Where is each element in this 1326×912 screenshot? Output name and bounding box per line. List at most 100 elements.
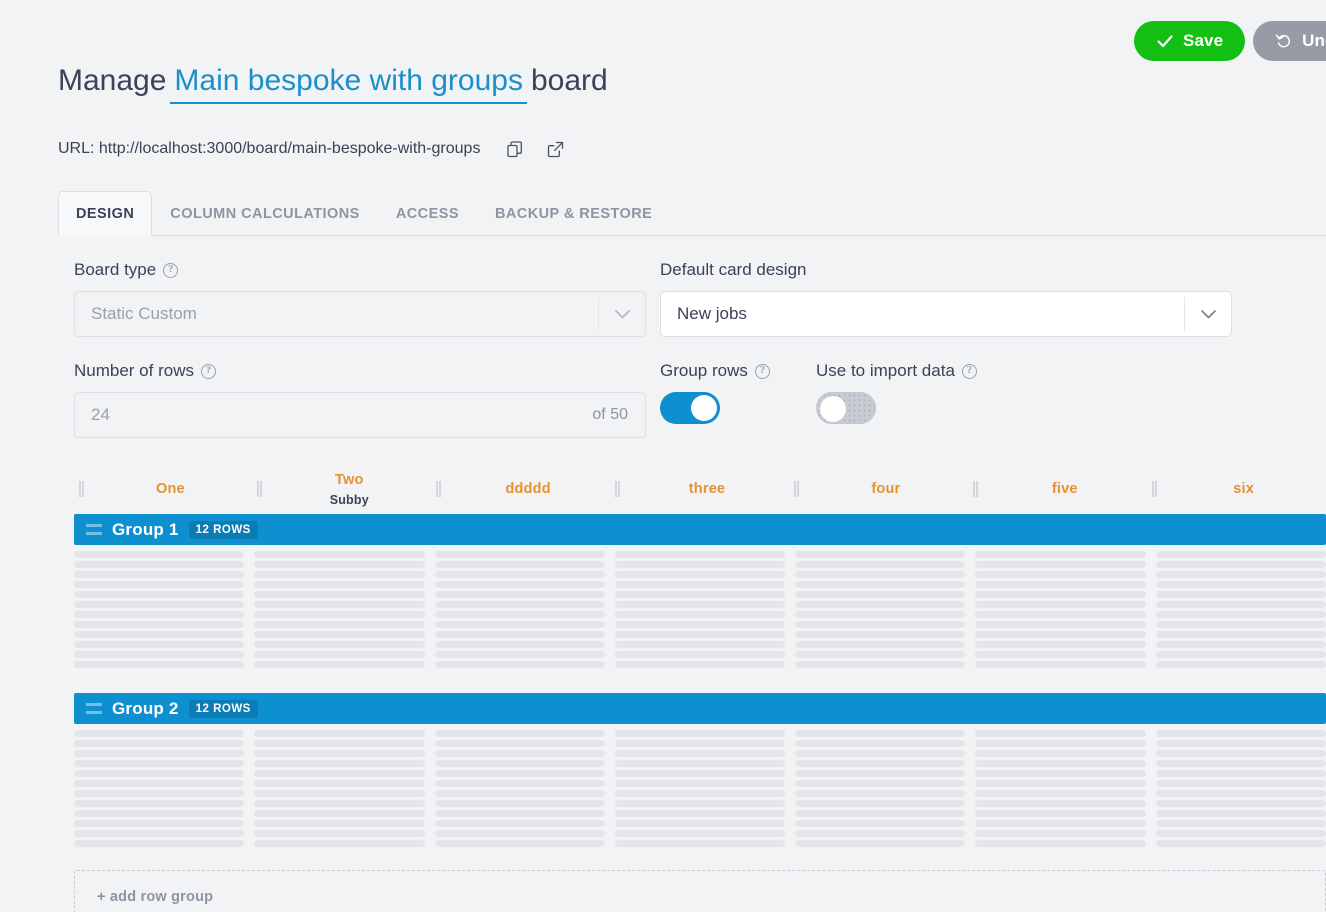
column-resize-handle-icon[interactable] xyxy=(432,464,446,514)
skeleton-row xyxy=(434,800,605,807)
skeleton-row xyxy=(975,750,1146,757)
skeleton-row xyxy=(254,750,425,757)
column-header-3[interactable]: three xyxy=(625,464,790,514)
tab-column-calculations[interactable]: COLUMN CALCULATIONS xyxy=(152,191,378,236)
skeleton-row xyxy=(614,581,786,588)
skeleton-row xyxy=(74,621,245,628)
skeleton-row xyxy=(1155,631,1326,638)
skeleton-row xyxy=(975,780,1146,787)
group-skeleton-rows xyxy=(74,545,1326,675)
skeleton-row xyxy=(1155,730,1326,737)
help-circle-icon[interactable]: ? xyxy=(200,363,216,379)
skeleton-row xyxy=(975,641,1146,648)
skeleton-row xyxy=(434,641,605,648)
column-resize-handle-icon[interactable] xyxy=(789,464,803,514)
number-of-rows-input[interactable]: 24 of 50 xyxy=(74,392,646,438)
skeleton-row xyxy=(254,621,425,628)
skeleton-row xyxy=(975,571,1146,578)
skeleton-row xyxy=(614,651,786,658)
skeleton-row xyxy=(614,601,786,608)
column-resize-handle-icon[interactable] xyxy=(968,464,982,514)
skeleton-row xyxy=(1155,561,1326,568)
board-preview: One Two Subby ddddd three four five six Group 1… xyxy=(74,464,1326,912)
skeleton-column xyxy=(1155,551,1326,671)
skeleton-row xyxy=(614,800,786,807)
column-header-0[interactable]: One xyxy=(88,464,253,514)
skeleton-row xyxy=(1155,611,1326,618)
skeleton-row xyxy=(975,760,1146,767)
tab-backup-restore[interactable]: BACKUP & RESTORE xyxy=(477,191,670,236)
skeleton-row xyxy=(434,621,605,628)
chevron-down-icon[interactable] xyxy=(599,309,645,319)
skeleton-row xyxy=(1155,621,1326,628)
skeleton-row xyxy=(254,740,425,747)
skeleton-row xyxy=(254,810,425,817)
undo-button[interactable]: Undo xyxy=(1253,21,1326,61)
column-header-5[interactable]: five xyxy=(982,464,1147,514)
help-circle-icon[interactable]: ? xyxy=(163,262,179,278)
skeleton-row xyxy=(434,730,605,737)
form-column-left: Board type ? Static Custom Number of row… xyxy=(74,260,646,438)
column-resize-handle-icon[interactable] xyxy=(1147,464,1161,514)
tab-design[interactable]: DESIGN xyxy=(58,191,153,236)
manage-board-page: Save Undo ManageMain bespoke with groups… xyxy=(0,0,1326,912)
skeleton-row xyxy=(434,750,605,757)
skeleton-row xyxy=(1155,601,1326,608)
skeleton-row xyxy=(74,780,245,787)
column-resize-handle-icon[interactable] xyxy=(611,464,625,514)
skeleton-row xyxy=(434,561,605,568)
skeleton-row xyxy=(795,750,966,757)
column-resize-handle-icon[interactable] xyxy=(253,464,267,514)
use-to-import-data-toggle[interactable] xyxy=(816,392,876,424)
skeleton-row xyxy=(975,810,1146,817)
skeleton-row xyxy=(614,730,786,737)
skeleton-row xyxy=(254,571,425,578)
column-header-1[interactable]: Two Subby xyxy=(267,464,432,514)
skeleton-row xyxy=(1155,551,1326,558)
group-rows-toggle[interactable] xyxy=(660,392,720,424)
column-resize-handle-icon[interactable] xyxy=(74,464,88,514)
skeleton-row xyxy=(614,661,786,668)
skeleton-row xyxy=(1155,790,1326,797)
skeleton-row xyxy=(614,561,786,568)
skeleton-row xyxy=(795,561,966,568)
skeleton-row xyxy=(254,591,425,598)
group-header-bar[interactable]: Group 2 12 ROWS xyxy=(74,693,1326,724)
default-card-design-select[interactable]: New jobs xyxy=(660,291,1232,337)
copy-icon[interactable] xyxy=(502,136,528,162)
chevron-down-icon[interactable] xyxy=(1185,309,1231,319)
skeleton-row xyxy=(975,581,1146,588)
column-header-4[interactable]: four xyxy=(803,464,968,514)
skeleton-row xyxy=(795,740,966,747)
board-name-link[interactable]: Main bespoke with groups xyxy=(170,64,527,104)
add-row-group-button[interactable]: + add row group xyxy=(74,870,1326,912)
drag-handle-icon[interactable] xyxy=(86,703,102,714)
skeleton-column xyxy=(434,730,605,850)
external-link-icon[interactable] xyxy=(542,136,568,162)
drag-handle-icon[interactable] xyxy=(86,524,102,535)
skeleton-row xyxy=(795,840,966,847)
board-type-select[interactable]: Static Custom xyxy=(74,291,646,337)
save-button[interactable]: Save xyxy=(1134,21,1246,61)
skeleton-row xyxy=(434,830,605,837)
help-circle-icon[interactable]: ? xyxy=(961,363,977,379)
tab-access[interactable]: ACCESS xyxy=(378,191,477,236)
skeleton-row xyxy=(254,820,425,827)
skeleton-row xyxy=(74,740,245,747)
skeleton-row xyxy=(254,551,425,558)
skeleton-row xyxy=(795,591,966,598)
column-header-2[interactable]: ddddd xyxy=(446,464,611,514)
skeleton-row xyxy=(1155,740,1326,747)
board-type-label: Board type xyxy=(74,260,157,279)
group-header-bar[interactable]: Group 1 12 ROWS xyxy=(74,514,1326,545)
toggle-knob xyxy=(820,396,846,422)
skeleton-row xyxy=(434,551,605,558)
group-rows-label-row: Group rows ? xyxy=(660,361,816,381)
skeleton-row xyxy=(434,740,605,747)
board-url-text: URL: http://localhost:3000/board/main-be… xyxy=(58,140,481,157)
help-circle-icon[interactable]: ? xyxy=(754,363,770,379)
skeleton-row xyxy=(254,661,425,668)
skeleton-row xyxy=(795,571,966,578)
top-action-bar: Save Undo xyxy=(1134,21,1326,61)
column-header-6[interactable]: six xyxy=(1161,464,1326,514)
